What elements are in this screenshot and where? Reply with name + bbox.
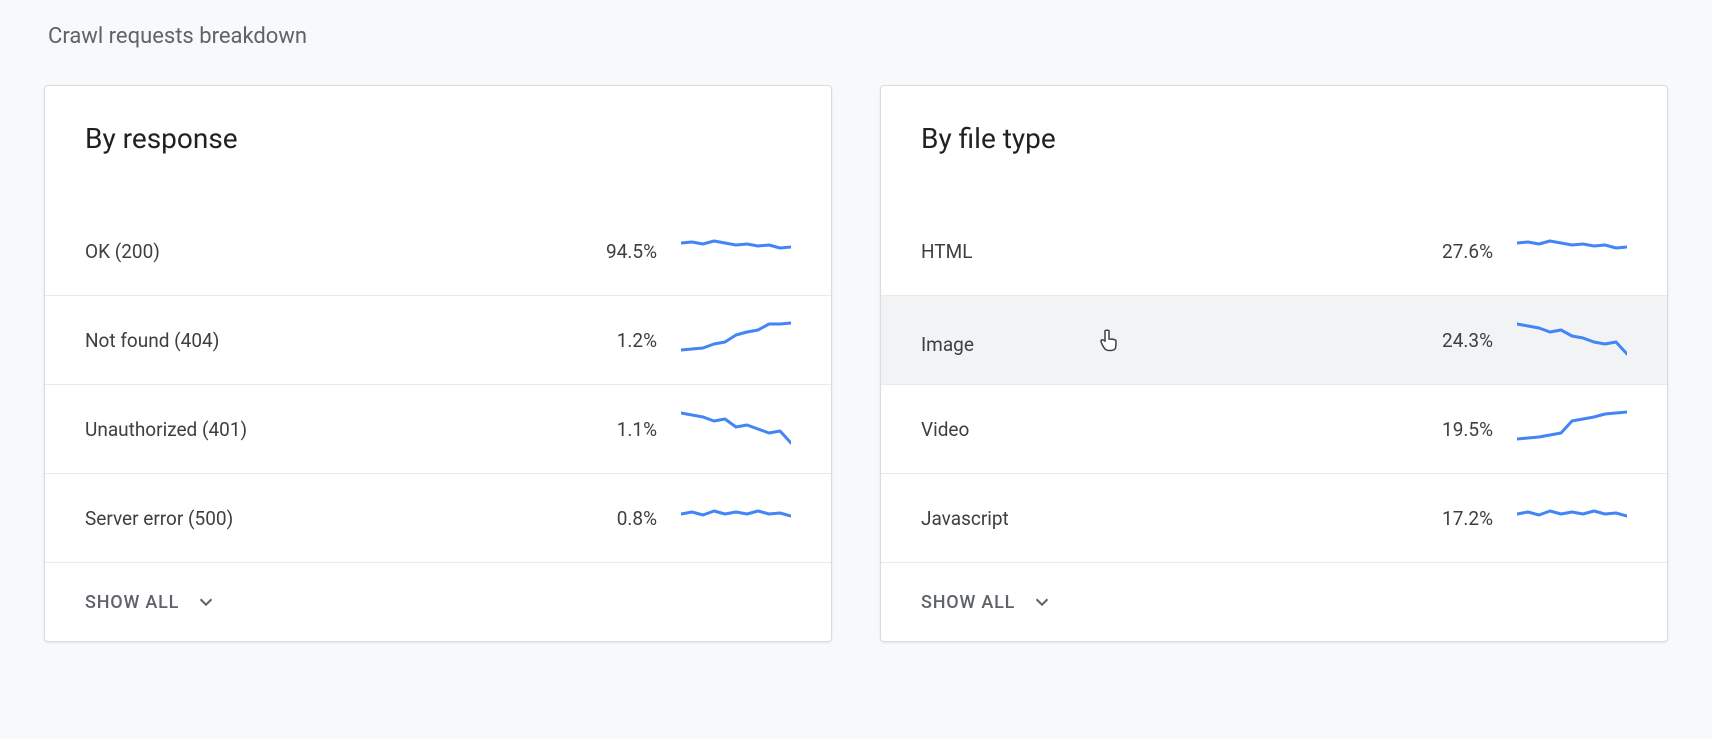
- row-value: 94.5%: [577, 240, 657, 263]
- row-not-found-404[interactable]: Not found (404) 1.2%: [45, 295, 831, 384]
- sparkline-icon: [1517, 320, 1627, 360]
- row-value: 27.6%: [1413, 240, 1493, 263]
- row-javascript[interactable]: Javascript 17.2%: [881, 473, 1667, 562]
- row-value: 1.1%: [577, 418, 657, 441]
- row-unauthorized-401[interactable]: Unauthorized (401) 1.1%: [45, 384, 831, 473]
- page-title: Crawl requests breakdown: [48, 24, 1668, 49]
- sparkline-icon: [681, 409, 791, 449]
- row-label: OK (200): [85, 240, 553, 263]
- row-label: Not found (404): [85, 329, 553, 352]
- sparkline-icon: [681, 498, 791, 538]
- sparkline-icon: [681, 231, 791, 271]
- show-all-label: SHOW ALL: [85, 592, 179, 613]
- row-value: 24.3%: [1413, 329, 1493, 352]
- row-label: Video: [921, 418, 1389, 441]
- sparkline-icon: [1517, 498, 1627, 538]
- sparkline-icon: [1517, 231, 1627, 271]
- show-all-by-file-type[interactable]: SHOW ALL: [881, 562, 1667, 641]
- row-value: 17.2%: [1413, 507, 1493, 530]
- card-title-by-response: By response: [45, 86, 831, 207]
- card-title-by-file-type: By file type: [881, 86, 1667, 207]
- sparkline-icon: [1517, 409, 1627, 449]
- row-html[interactable]: HTML 27.6%: [881, 207, 1667, 295]
- row-value: 1.2%: [577, 329, 657, 352]
- row-label: Javascript: [921, 507, 1389, 530]
- card-by-file-type: By file type HTML 27.6% Image 24.3% Vide…: [880, 85, 1668, 642]
- chevron-down-icon: [195, 591, 217, 613]
- row-label-text: Image: [921, 333, 974, 356]
- row-image[interactable]: Image 24.3%: [881, 295, 1667, 384]
- row-label: Image: [921, 325, 1389, 356]
- row-ok-200[interactable]: OK (200) 94.5%: [45, 207, 831, 295]
- row-label: Unauthorized (401): [85, 418, 553, 441]
- sparkline-icon: [681, 320, 791, 360]
- row-value: 0.8%: [577, 507, 657, 530]
- chevron-down-icon: [1031, 591, 1053, 613]
- row-server-error-500[interactable]: Server error (500) 0.8%: [45, 473, 831, 562]
- show-all-label: SHOW ALL: [921, 592, 1015, 613]
- row-value: 19.5%: [1413, 418, 1493, 441]
- row-label: HTML: [921, 240, 1389, 263]
- card-by-response: By response OK (200) 94.5% Not found (40…: [44, 85, 832, 642]
- row-video[interactable]: Video 19.5%: [881, 384, 1667, 473]
- show-all-by-response[interactable]: SHOW ALL: [45, 562, 831, 641]
- cards-container: By response OK (200) 94.5% Not found (40…: [44, 85, 1668, 642]
- row-label: Server error (500): [85, 507, 553, 530]
- pointer-cursor-icon: [1097, 327, 1119, 353]
